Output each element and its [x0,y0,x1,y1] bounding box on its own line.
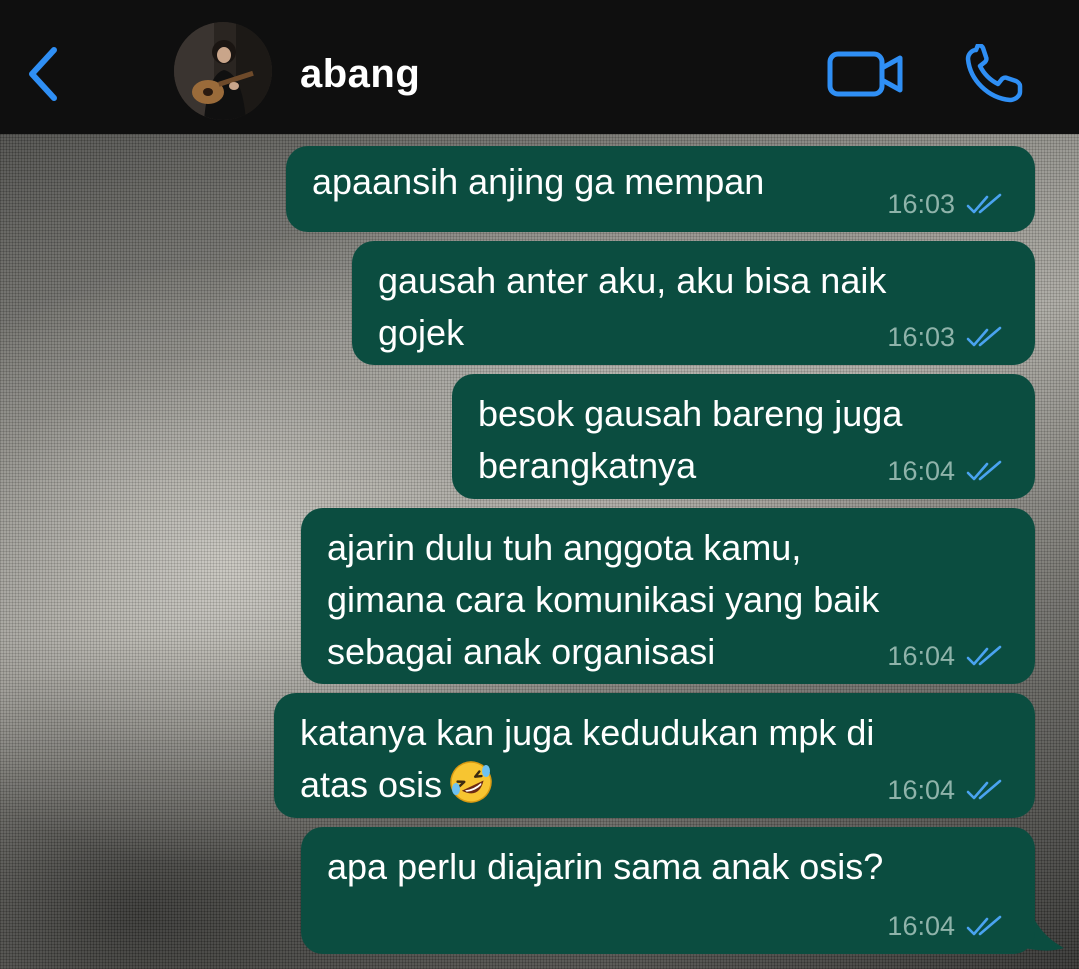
double-check-icon [966,326,1002,347]
avatar-photo [174,22,272,120]
phone-icon [965,42,1023,103]
chat-header: abang [0,0,1079,134]
chat-screen: abang apaansih anjing ga mempan 16:03 ga… [0,0,1079,969]
double-check-icon [966,779,1002,800]
chevron-left-icon [29,47,57,101]
message-bubble[interactable]: apaansih anjing ga mempan 16:03 [286,146,1035,232]
message-bubble[interactable]: apa perlu diajarin sama anak osis? 16:04 [301,827,1035,954]
rolling-on-floor-laughing-emoji [450,761,492,803]
message-text: ajarin dulu tuh anggota kamu, gimana car… [327,527,880,672]
message-text: gausah anter aku, aku bisa naik gojek [378,260,887,353]
message-time: 16:04 [887,775,955,805]
voice-call-button[interactable] [962,42,1026,104]
message-meta: 16:04 [887,638,1005,674]
video-camera-icon [827,51,903,97]
contact-name[interactable]: abang [300,50,420,98]
message-meta: 16:03 [887,319,1005,355]
message-meta: 16:04 [887,772,1005,808]
message-text: apaansih anjing ga mempan [312,161,765,202]
message-text: apa perlu diajarin sama anak osis? [327,846,884,887]
message-time: 16:03 [887,322,955,352]
message-time: 16:04 [887,641,955,671]
message-bubble[interactable]: gausah anter aku, aku bisa naik gojek 16… [352,241,1035,365]
message-time: 16:03 [887,189,955,219]
back-button[interactable] [22,42,66,106]
message-meta: 16:03 [887,186,1005,222]
message-meta: 16:04 [887,453,1005,489]
avatar[interactable] [174,22,272,120]
message-text-content: katanya kan juga kedudukan mpk di atas o… [300,712,875,805]
double-check-icon [966,193,1002,214]
double-check-icon [966,460,1002,481]
message-bubble[interactable]: ajarin dulu tuh anggota kamu, gimana car… [301,508,1035,684]
video-call-button[interactable] [826,50,906,98]
message-time: 16:04 [887,911,955,941]
message-time: 16:04 [887,456,955,486]
message-bubble[interactable]: besok gausah bareng juga berangkatnya 16… [452,374,1035,499]
double-check-icon [966,645,1002,666]
double-check-icon [966,915,1002,936]
message-bubble[interactable]: katanya kan juga kedudukan mpk di atas o… [274,693,1035,818]
message-text: besok gausah bareng juga berangkatnya [478,393,903,486]
message-meta: 16:04 [887,908,1005,944]
message-text: katanya kan juga kedudukan mpk di atas o… [300,707,874,811]
